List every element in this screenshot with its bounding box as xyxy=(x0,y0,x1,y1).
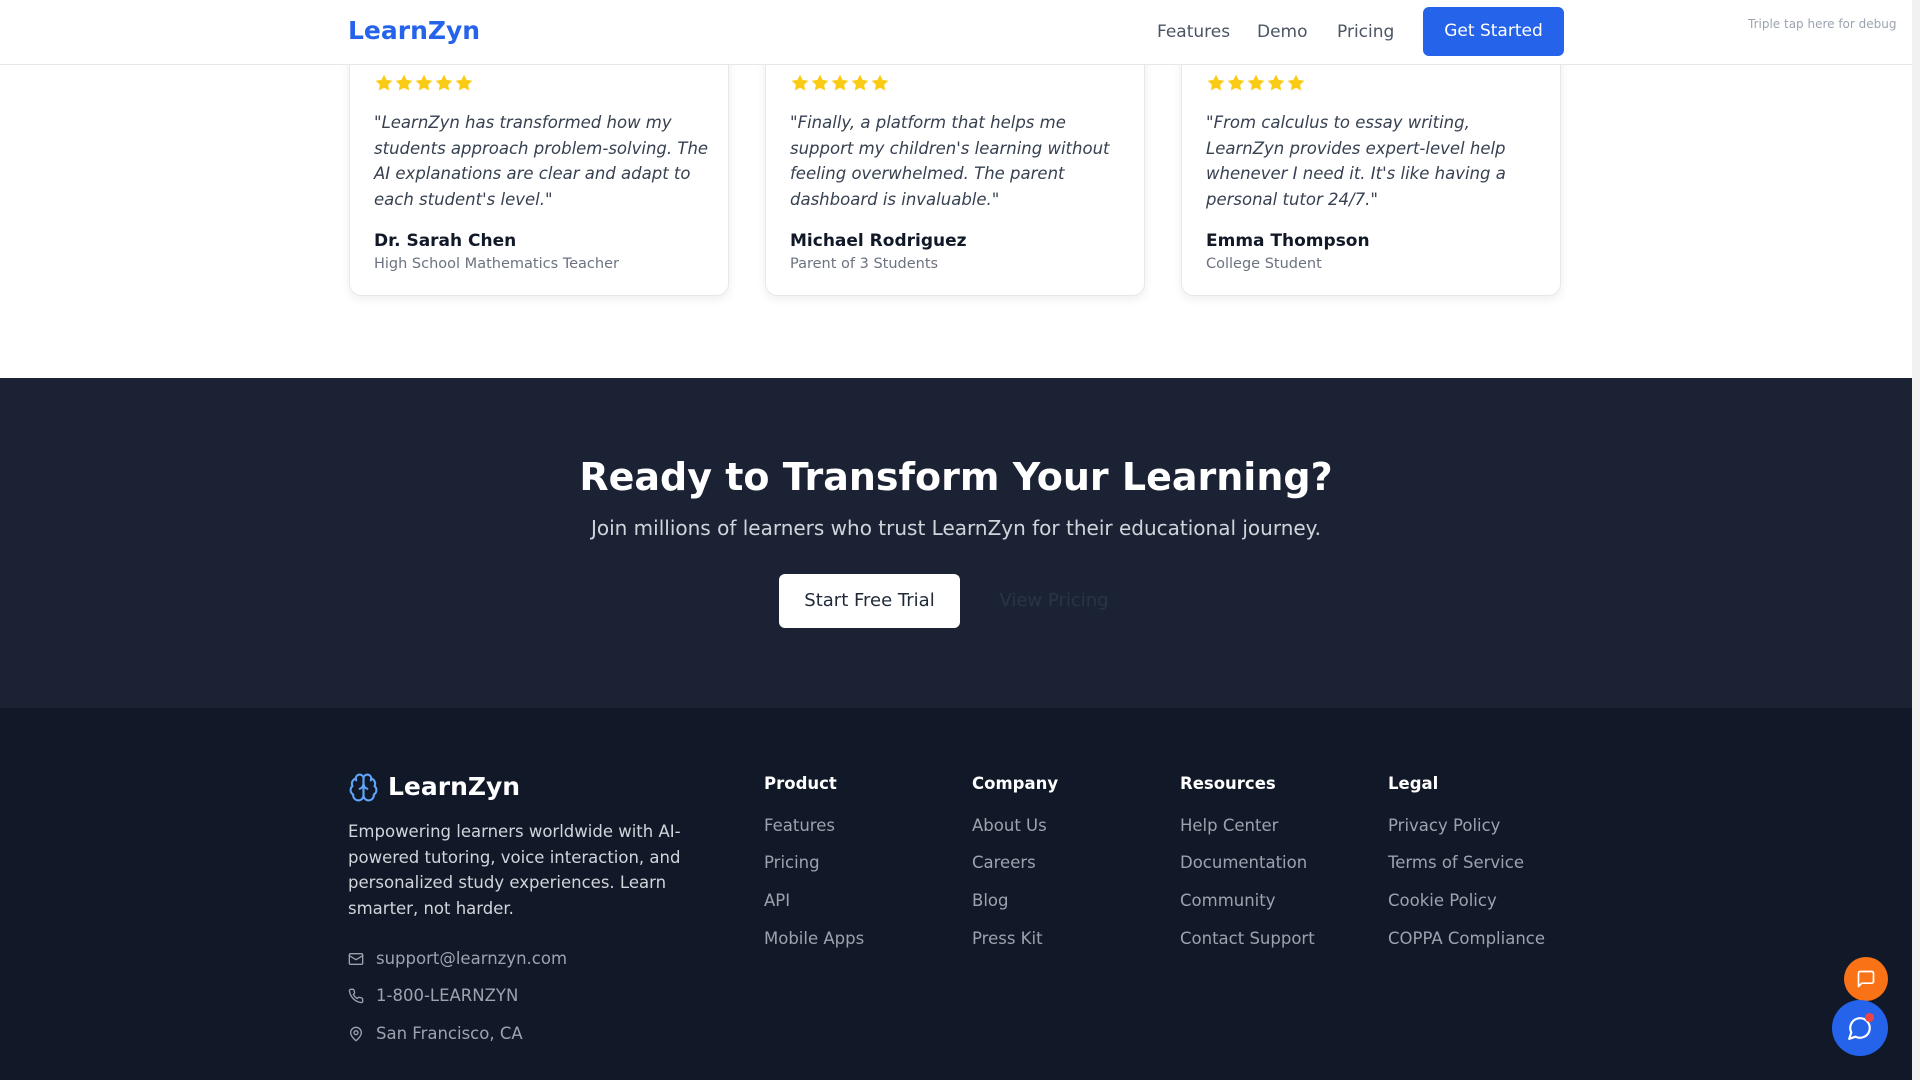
footer-link-community[interactable]: Community xyxy=(1180,890,1276,912)
testimonial-author: Michael Rodriguez xyxy=(790,231,967,251)
star-icon xyxy=(1207,74,1225,91)
contact-location-text: San Francisco, CA xyxy=(376,1024,523,1043)
star-icon xyxy=(791,74,809,91)
testimonial-author: Dr. Sarah Chen xyxy=(374,231,517,251)
nav-link-features[interactable]: Features xyxy=(1157,20,1230,44)
footer-column-title-resources: Resources xyxy=(1180,774,1276,793)
star-icon xyxy=(375,74,393,91)
footer-link-cookie-policy[interactable]: Cookie Policy xyxy=(1388,890,1497,912)
contact-email-text: support@learnzyn.com xyxy=(376,949,568,968)
brain-icon xyxy=(349,773,378,802)
notification-dot xyxy=(1865,1013,1874,1022)
message-square-icon xyxy=(1857,970,1875,988)
star-icon xyxy=(435,74,453,91)
star-icon xyxy=(1227,74,1245,91)
page-scrollbar[interactable] xyxy=(1912,0,1920,1080)
nav-link-pricing[interactable]: Pricing xyxy=(1337,20,1394,44)
star-icon xyxy=(1247,74,1265,91)
footer-link-about-us[interactable]: About Us xyxy=(972,815,1047,837)
footer-link-help-center[interactable]: Help Center xyxy=(1180,815,1278,837)
footer-link-blog[interactable]: Blog xyxy=(972,890,1008,912)
star-icon xyxy=(871,74,889,91)
testimonial-role: Parent of 3 Students xyxy=(790,256,939,272)
footer-column-title-company: Company xyxy=(972,774,1059,793)
star-icon xyxy=(395,74,413,91)
testimonial-card: "LearnZyn has transformed how my student… xyxy=(349,30,729,296)
footer-link-api[interactable]: API xyxy=(764,890,790,912)
site-header: LearnZyn Features Demo Pricing Get Start… xyxy=(0,0,1912,65)
testimonial-quote: "LearnZyn has transformed how my student… xyxy=(374,113,709,209)
contact-email[interactable]: support@learnzyn.com xyxy=(348,948,567,970)
chat-button[interactable] xyxy=(1832,1000,1888,1056)
footer-brand-name: LearnZyn xyxy=(388,772,521,801)
mail-icon xyxy=(348,953,364,965)
site-footer xyxy=(0,708,1912,1080)
testimonial-card: "Finally, a platform that helps me suppo… xyxy=(765,30,1145,296)
debug-hint[interactable]: Triple tap here for debug xyxy=(1748,16,1896,32)
footer-link-pricing[interactable]: Pricing xyxy=(764,852,820,874)
get-started-button[interactable]: Get Started xyxy=(1423,7,1564,56)
star-icon xyxy=(1267,74,1285,91)
contact-location: San Francisco, CA xyxy=(348,1023,523,1045)
phone-icon xyxy=(348,988,364,1004)
map-pin-icon xyxy=(350,1026,362,1042)
star-rating xyxy=(374,72,474,94)
start-free-trial-button[interactable]: Start Free Trial xyxy=(779,574,960,628)
testimonial-quote: "Finally, a platform that helps me suppo… xyxy=(790,113,1110,209)
footer-link-contact-support[interactable]: Contact Support xyxy=(1180,928,1315,950)
testimonial-role: College Student xyxy=(1206,256,1322,272)
testimonial-card: "From calculus to essay writing, LearnZy… xyxy=(1181,30,1561,296)
star-icon xyxy=(831,74,849,91)
footer-link-mobile-apps[interactable]: Mobile Apps xyxy=(764,928,864,950)
footer-link-press-kit[interactable]: Press Kit xyxy=(972,928,1043,950)
nav-link-demo[interactable]: Demo xyxy=(1257,20,1308,44)
feedback-button[interactable] xyxy=(1844,957,1888,1001)
footer-column-title-product: Product xyxy=(764,774,837,793)
footer-link-privacy-policy[interactable]: Privacy Policy xyxy=(1388,815,1500,837)
footer-description: Empowering learners worldwide with AI-po… xyxy=(348,822,681,918)
star-icon xyxy=(1287,74,1305,91)
footer-link-careers[interactable]: Careers xyxy=(972,852,1036,874)
footer-link-features[interactable]: Features xyxy=(764,815,835,837)
footer-link-coppa-compliance[interactable]: COPPA Compliance xyxy=(1388,928,1545,950)
testimonial-author: Emma Thompson xyxy=(1206,231,1370,251)
star-icon xyxy=(415,74,433,91)
cta-section xyxy=(0,378,1912,708)
cta-subtitle: Join millions of learners who trust Lear… xyxy=(590,516,1322,540)
site-logo[interactable]: LearnZyn xyxy=(348,14,480,48)
star-rating xyxy=(1206,72,1306,94)
view-pricing-button[interactable]: View Pricing xyxy=(984,574,1124,628)
star-icon xyxy=(455,74,473,91)
star-icon xyxy=(811,74,829,91)
footer-link-terms-of-service[interactable]: Terms of Service xyxy=(1388,852,1524,874)
testimonial-role: High School Mathematics Teacher xyxy=(374,256,619,272)
footer-column-title-legal: Legal xyxy=(1388,774,1439,793)
cta-title: Ready to Transform Your Learning? xyxy=(579,455,1333,499)
footer-link-documentation[interactable]: Documentation xyxy=(1180,852,1307,874)
star-rating xyxy=(790,72,890,94)
contact-phone[interactable]: 1-800-LEARNZYN xyxy=(348,985,518,1007)
star-icon xyxy=(851,74,869,91)
testimonial-quote: "From calculus to essay writing, LearnZy… xyxy=(1206,113,1506,209)
contact-phone-text: 1-800-LEARNZYN xyxy=(376,986,519,1005)
